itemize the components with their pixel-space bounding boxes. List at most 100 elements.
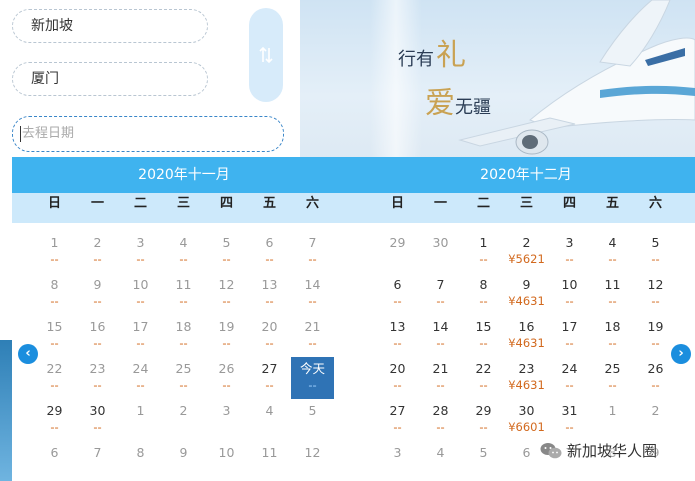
calendar-day[interactable]: 6 -- xyxy=(376,273,419,315)
departure-date-field[interactable]: 去程日期 xyxy=(12,116,284,152)
day-number: 8 xyxy=(50,277,59,292)
text-cursor xyxy=(20,125,21,142)
day-price: -- xyxy=(179,252,188,266)
calendar-day[interactable]: 24 -- xyxy=(548,357,591,399)
calendar-day[interactable]: 25 -- xyxy=(591,357,634,399)
day-number: 3 xyxy=(393,445,402,460)
day-number: 14 xyxy=(304,277,321,292)
day-price: -- xyxy=(565,336,574,350)
day-number: 8 xyxy=(479,277,488,292)
calendar-day[interactable]: 3 -- xyxy=(548,231,591,273)
next-month-button[interactable]: › xyxy=(671,344,691,364)
day-price: -- xyxy=(479,294,488,308)
calendar-day[interactable]: 17 -- xyxy=(548,315,591,357)
calendar-day[interactable]: 29 -- xyxy=(462,399,505,441)
calendar-day[interactable]: 4 -- xyxy=(591,231,634,273)
calendar-day: 19 -- xyxy=(205,315,248,357)
calendar-day: 13 -- xyxy=(248,273,291,315)
calendar-day[interactable]: 31 -- xyxy=(548,399,591,441)
calendar-day[interactable]: 8 -- xyxy=(462,273,505,315)
weekday-label: 六 xyxy=(305,196,319,211)
calendar-day[interactable]: 7 -- xyxy=(419,273,462,315)
day-number: 10 xyxy=(561,277,578,292)
calendar-day-today[interactable]: 今天 -- xyxy=(291,357,334,399)
calendar-day[interactable]: 15 -- xyxy=(462,315,505,357)
day-number: 12 xyxy=(304,445,321,460)
day-price: -- xyxy=(50,420,59,434)
day-number: 28 xyxy=(432,403,449,418)
calendar-day[interactable]: 16 ¥4631 xyxy=(505,315,548,357)
day-number: 30 xyxy=(432,235,449,250)
calendar-day[interactable]: 21 -- xyxy=(419,357,462,399)
calendar-day: 30 xyxy=(419,231,462,273)
day-number: 10 xyxy=(218,445,235,460)
calendar-day[interactable]: 10 -- xyxy=(548,273,591,315)
day-number: 6 xyxy=(50,445,59,460)
calendar-day[interactable]: 1 -- xyxy=(462,231,505,273)
swap-arrows-icon xyxy=(259,46,273,64)
calendar-day[interactable]: 5 -- xyxy=(634,231,677,273)
calendar-day[interactable]: 23 ¥4631 xyxy=(505,357,548,399)
calendar-day[interactable]: 9 ¥4631 xyxy=(505,273,548,315)
calendar-day[interactable]: 26 -- xyxy=(634,357,677,399)
day-price: ¥4631 xyxy=(508,378,545,392)
day-price: -- xyxy=(651,336,660,350)
calendar-day: 10 -- xyxy=(119,273,162,315)
calendar-day[interactable]: 11 -- xyxy=(591,273,634,315)
from-city-field[interactable]: 新加坡 xyxy=(12,9,208,43)
calendar-day: 22 -- xyxy=(33,357,76,399)
day-price: -- xyxy=(308,252,317,266)
day-number: 24 xyxy=(561,361,578,376)
calendar-day[interactable]: 12 -- xyxy=(634,273,677,315)
day-number: 27 xyxy=(389,403,406,418)
calendar-day: 3 xyxy=(376,441,419,481)
day-price: -- xyxy=(93,252,102,266)
calendar-day: 10 xyxy=(205,441,248,481)
calendar-day[interactable]: 18 -- xyxy=(591,315,634,357)
day-price: -- xyxy=(608,294,617,308)
flight-booking-page: 新加坡 厦门 去程日期 行有礼 爱无疆 2020年十一月 2020年十二月 日 … xyxy=(0,0,695,481)
prev-month-button[interactable]: ‹ xyxy=(18,344,38,364)
calendar-day: 2 -- xyxy=(76,231,119,273)
calendar-day[interactable]: 30 -- xyxy=(76,399,119,441)
weekday-label: 五 xyxy=(605,196,619,211)
calendar-day[interactable]: 22 -- xyxy=(462,357,505,399)
calendar-day: 6 xyxy=(33,441,76,481)
calendar-day[interactable]: 2 ¥5621 xyxy=(505,231,548,273)
day-price: ¥5621 xyxy=(508,252,545,266)
calendar-day[interactable]: 27 -- xyxy=(376,399,419,441)
calendar-day[interactable]: 14 -- xyxy=(419,315,462,357)
day-price: -- xyxy=(93,336,102,350)
day-price: -- xyxy=(50,252,59,266)
day-price: -- xyxy=(651,294,660,308)
day-number: 7 xyxy=(308,235,317,250)
calendar-day[interactable]: 20 -- xyxy=(376,357,419,399)
side-image-strip xyxy=(0,340,12,481)
calendar-day[interactable]: 30 ¥6601 xyxy=(505,399,548,441)
calendar-day[interactable]: 27 -- xyxy=(248,357,291,399)
calendar-day[interactable]: 28 -- xyxy=(419,399,462,441)
swap-cities-button[interactable] xyxy=(249,8,283,102)
day-number: 9 xyxy=(179,445,188,460)
day-number: 7 xyxy=(436,277,445,292)
day-number: 20 xyxy=(389,361,406,376)
calendar-day[interactable]: 13 -- xyxy=(376,315,419,357)
day-number: 12 xyxy=(218,277,235,292)
day-number: 26 xyxy=(218,361,235,376)
calendar-day: 2 xyxy=(162,399,205,441)
day-price: -- xyxy=(393,336,402,350)
day-number: 29 xyxy=(46,403,63,418)
day-price: -- xyxy=(265,294,274,308)
day-price: -- xyxy=(651,378,660,392)
calendar-day[interactable]: 29 -- xyxy=(33,399,76,441)
date-picker-calendar: 2020年十一月 2020年十二月 日 一 二 三 四 五 六 1 -- 2 -- 3 -- 4 -- 5 --… xyxy=(12,157,695,481)
day-number: 26 xyxy=(647,361,664,376)
to-city-field[interactable]: 厦门 xyxy=(12,62,208,96)
weekday-label: 二 xyxy=(133,196,147,211)
calendar-day: 23 -- xyxy=(76,357,119,399)
day-price: -- xyxy=(479,252,488,266)
calendar-day: 21 -- xyxy=(291,315,334,357)
calendar-day: 7 xyxy=(76,441,119,481)
day-price: -- xyxy=(136,294,145,308)
promo-banner[interactable]: 行有礼 爱无疆 xyxy=(300,0,695,160)
